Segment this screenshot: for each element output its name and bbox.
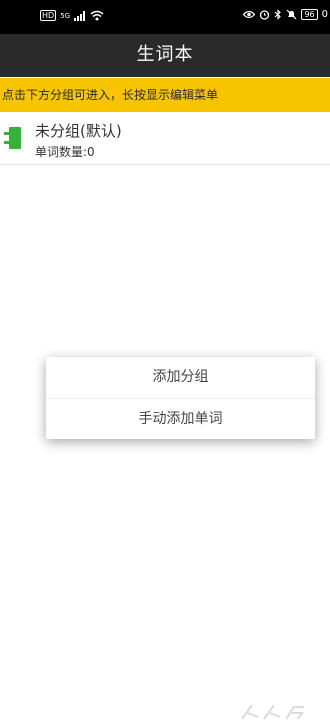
page-title: 生词本 bbox=[136, 44, 194, 65]
status-left: HD 5G bbox=[40, 10, 104, 21]
group-name: 未分组(默认) bbox=[35, 122, 122, 140]
bluetooth-icon bbox=[275, 9, 282, 20]
hint-banner: 点击下方分组可进入，长按显示编辑菜单 bbox=[0, 78, 330, 112]
clock-text: 0 bbox=[321, 9, 328, 20]
signal-icon bbox=[74, 10, 86, 21]
eye-icon bbox=[243, 10, 256, 19]
wifi-icon bbox=[90, 10, 104, 21]
title-bar: 生词本 bbox=[0, 34, 330, 77]
status-right: 96 0 bbox=[243, 9, 328, 20]
alarm-icon bbox=[260, 10, 270, 20]
add-group-menu-item[interactable]: 添加分组 bbox=[46, 357, 315, 398]
hd-badge: HD bbox=[40, 10, 57, 21]
add-word-manually-menu-item[interactable]: 手动添加单词 bbox=[46, 398, 315, 440]
folder-icon bbox=[4, 127, 21, 149]
status-bar: HD 5G 96 0 bbox=[0, 0, 330, 34]
group-word-count: 单词数量:0 bbox=[35, 145, 95, 159]
battery-icon: 96 bbox=[301, 9, 318, 20]
group-list-item[interactable]: 未分组(默认) 单词数量:0 bbox=[0, 112, 330, 165]
mute-icon bbox=[287, 9, 297, 20]
popup-menu: 添加分组 手动添加单词 bbox=[46, 357, 315, 439]
network-badge: 5G bbox=[60, 11, 71, 20]
watermark-logo bbox=[241, 704, 304, 720]
